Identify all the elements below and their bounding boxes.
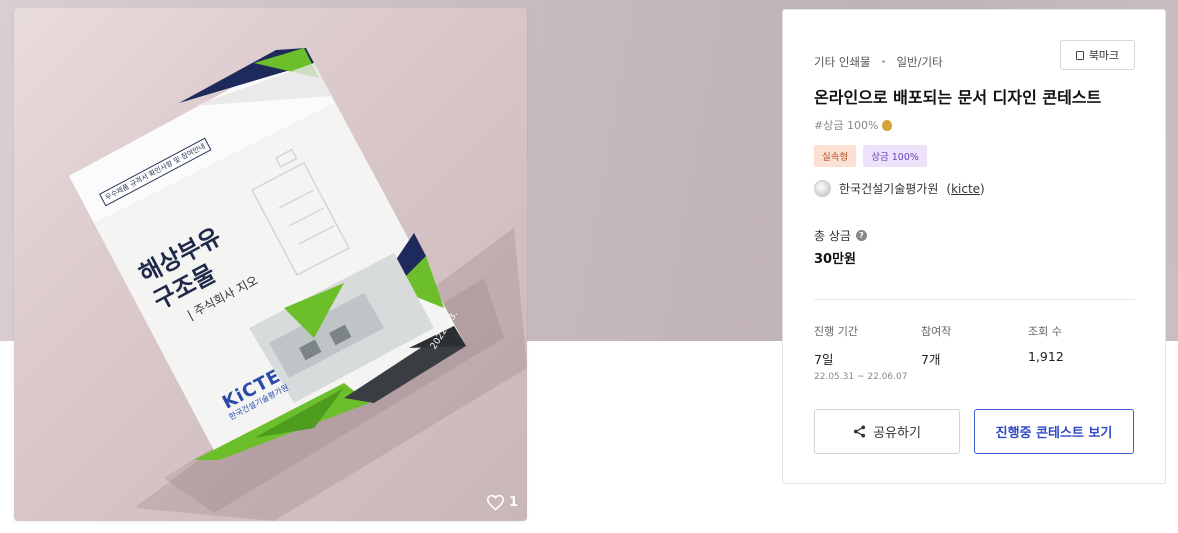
contest-image[interactable]: 우수제품 규격서 확인사항 및 참여안내 해상부유 구조물 | 주식회사 지오 … bbox=[14, 8, 527, 521]
stat-duration: 진행 기간 7일 22.05.31 ~ 22.06.07 bbox=[814, 323, 907, 382]
breadcrumb: 기타 인쇄물 • 일반/기타 bbox=[814, 54, 943, 70]
badge-list: 실속형 상금 100% bbox=[814, 145, 927, 167]
stat-entries: 참여작 7개 bbox=[921, 323, 951, 368]
stat-views: 조회 수 1,912 bbox=[1028, 323, 1064, 364]
badge-prize: 상금 100% bbox=[863, 145, 927, 167]
share-button[interactable]: 공유하기 bbox=[814, 409, 960, 454]
stat-duration-range: 22.05.31 ~ 22.06.07 bbox=[814, 372, 908, 382]
host-id-link[interactable]: kicte bbox=[951, 182, 980, 196]
bookmark-icon bbox=[1075, 50, 1084, 60]
hashtag[interactable]: #상금 100% bbox=[814, 117, 893, 133]
stat-entries-value: 7개 bbox=[921, 352, 941, 367]
bookmark-label: 북마크 bbox=[1088, 49, 1120, 62]
stat-views-value: 1,912 bbox=[1028, 349, 1064, 364]
prize-label: 총 상금 ? bbox=[814, 227, 867, 244]
contest-info-card: 기타 인쇄물 • 일반/기타 북마크 온라인으로 배포되는 문서 디자인 콘테스… bbox=[782, 9, 1166, 484]
prize-label-text: 총 상금 bbox=[814, 229, 851, 243]
breadcrumb-separator: • bbox=[880, 56, 887, 68]
money-bag-icon bbox=[882, 119, 893, 131]
breadcrumb-subcategory[interactable]: 일반/기타 bbox=[896, 54, 942, 70]
heart-icon bbox=[486, 494, 504, 511]
divider bbox=[814, 299, 1135, 300]
host-avatar bbox=[814, 180, 831, 197]
breadcrumb-category[interactable]: 기타 인쇄물 bbox=[814, 54, 871, 70]
stat-entries-label: 참여작 bbox=[921, 325, 952, 338]
share-icon bbox=[854, 425, 866, 438]
share-label: 공유하기 bbox=[873, 426, 921, 441]
bookmark-button[interactable]: 북마크 bbox=[1060, 40, 1135, 70]
view-active-contests-button[interactable]: 진행중 콘테스트 보기 bbox=[974, 409, 1134, 454]
stat-duration-label: 진행 기간 bbox=[814, 325, 858, 338]
stat-views-label: 조회 수 bbox=[1028, 325, 1062, 338]
badge-type: 실속형 bbox=[814, 145, 857, 167]
poster-illustration bbox=[69, 48, 527, 521]
host-info: 한국건설기술평가원 (kicte) bbox=[814, 180, 985, 197]
contest-title: 온라인으로 배포되는 문서 디자인 콘테스트 bbox=[814, 88, 1102, 107]
prize-value: 30만원 bbox=[814, 252, 857, 267]
hashtag-text: #상금 100% bbox=[814, 119, 879, 132]
like-count: 1 bbox=[508, 495, 518, 510]
stat-duration-value: 7일 bbox=[814, 352, 834, 367]
like-button[interactable]: 1 bbox=[486, 494, 518, 511]
host-name: 한국건설기술평가원 bbox=[839, 182, 939, 196]
help-icon[interactable]: ? bbox=[855, 230, 867, 241]
